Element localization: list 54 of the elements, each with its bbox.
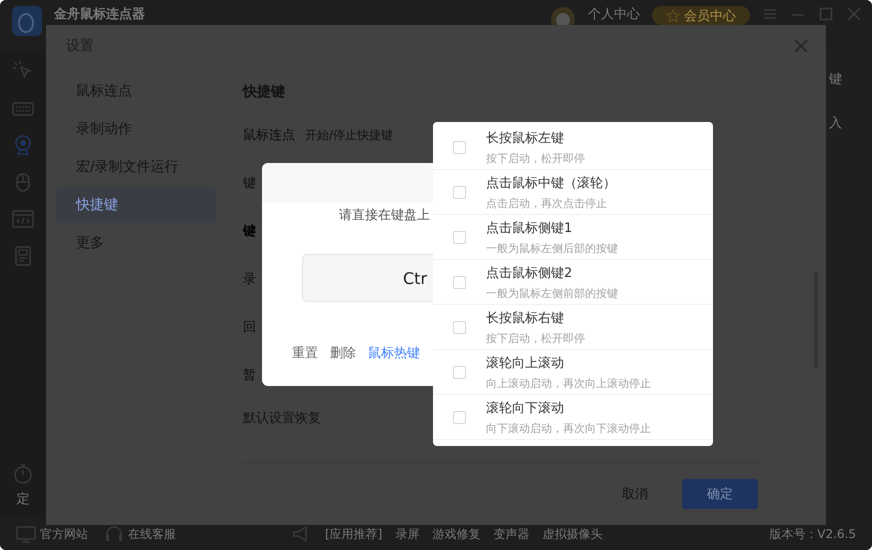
user-center-link[interactable]: 个人中心 <box>588 7 640 23</box>
key-field[interactable]: Ctr <box>302 254 434 302</box>
option-description: 点击启动，再次点击停止 <box>486 196 608 210</box>
webcam-icon[interactable] <box>12 134 34 156</box>
option-description: 按下启动，松开即停 <box>486 330 585 346</box>
option-title[interactable]: 点击鼠标侧键2 <box>486 264 618 282</box>
option-title[interactable]: 点击鼠标中键（滚轮） <box>486 174 616 192</box>
prompt-text: 请直接在键盘上 <box>338 207 431 224</box>
app-logo-icon[interactable] <box>12 6 42 36</box>
option-description: 向上滚动启动，再次向上滚动停止 <box>486 376 651 390</box>
checkbox[interactable] <box>453 366 466 378</box>
nav-item[interactable]: 快捷键 <box>56 187 216 223</box>
monitor-icon[interactable] <box>16 525 36 543</box>
option-description: 按下启动，松开即停 <box>486 150 585 166</box>
footer-link[interactable]: 官方网站 <box>16 525 88 543</box>
option-description: 向下滚动启动，再次向下滚动停止 <box>486 420 651 436</box>
headset-icon[interactable] <box>104 525 124 543</box>
app-title: 金舟鼠标连点器 <box>54 7 145 23</box>
promo-link[interactable]: 变声器 <box>493 526 530 542</box>
checkbox[interactable] <box>453 320 466 334</box>
action-link[interactable]: 重置 <box>292 344 318 362</box>
option-title[interactable]: 长按鼠标右键 <box>486 308 585 326</box>
timer-icon[interactable] <box>12 463 34 485</box>
promo-link[interactable]: 游戏修复 <box>432 526 480 542</box>
close-icon[interactable] <box>846 6 862 22</box>
footer-link[interactable]: 在线客服 <box>104 525 176 543</box>
option-description: 一般为鼠标左侧后部的按键 <box>486 240 618 256</box>
promo-link[interactable]: 录屏 <box>395 526 420 542</box>
vip-center-button[interactable]: 会员中心 <box>652 6 750 25</box>
star-icon[interactable] <box>666 8 680 22</box>
code-window-icon[interactable] <box>12 208 34 230</box>
checkbox[interactable] <box>453 230 466 244</box>
menu-icon[interactable] <box>762 6 778 22</box>
maximize-icon[interactable] <box>818 6 834 22</box>
setting-label: 键 <box>243 223 256 240</box>
close-icon[interactable] <box>794 39 808 53</box>
menu-label: 键 <box>829 71 842 88</box>
checkbox[interactable] <box>453 186 466 198</box>
checkbox[interactable] <box>453 410 466 424</box>
option-title[interactable]: 点击鼠标侧键1 <box>486 218 618 236</box>
checkbox[interactable] <box>453 140 466 154</box>
option-description: 一般为鼠标左侧前部的按键 <box>486 286 618 300</box>
promo-link[interactable]: 虚拟摄像头 <box>542 526 602 542</box>
option-title[interactable]: 滚轮向下滚动 <box>486 398 651 416</box>
confirm-button[interactable]: 确定 <box>682 479 758 509</box>
version-label: 版本号：V2.6.5 <box>769 526 856 542</box>
action-link[interactable]: 删除 <box>330 344 356 362</box>
mouse-hotkey-link[interactable]: 鼠标热键 <box>368 344 420 362</box>
rail-label[interactable]: 定 <box>16 490 30 508</box>
checkbox[interactable] <box>453 276 466 288</box>
option-title[interactable]: 滚轮向上滚动 <box>486 354 651 372</box>
promo-label: [应用推荐] <box>325 526 382 542</box>
option-title[interactable]: 长按鼠标左键 <box>486 128 585 146</box>
menu-label: 入 <box>829 115 842 132</box>
